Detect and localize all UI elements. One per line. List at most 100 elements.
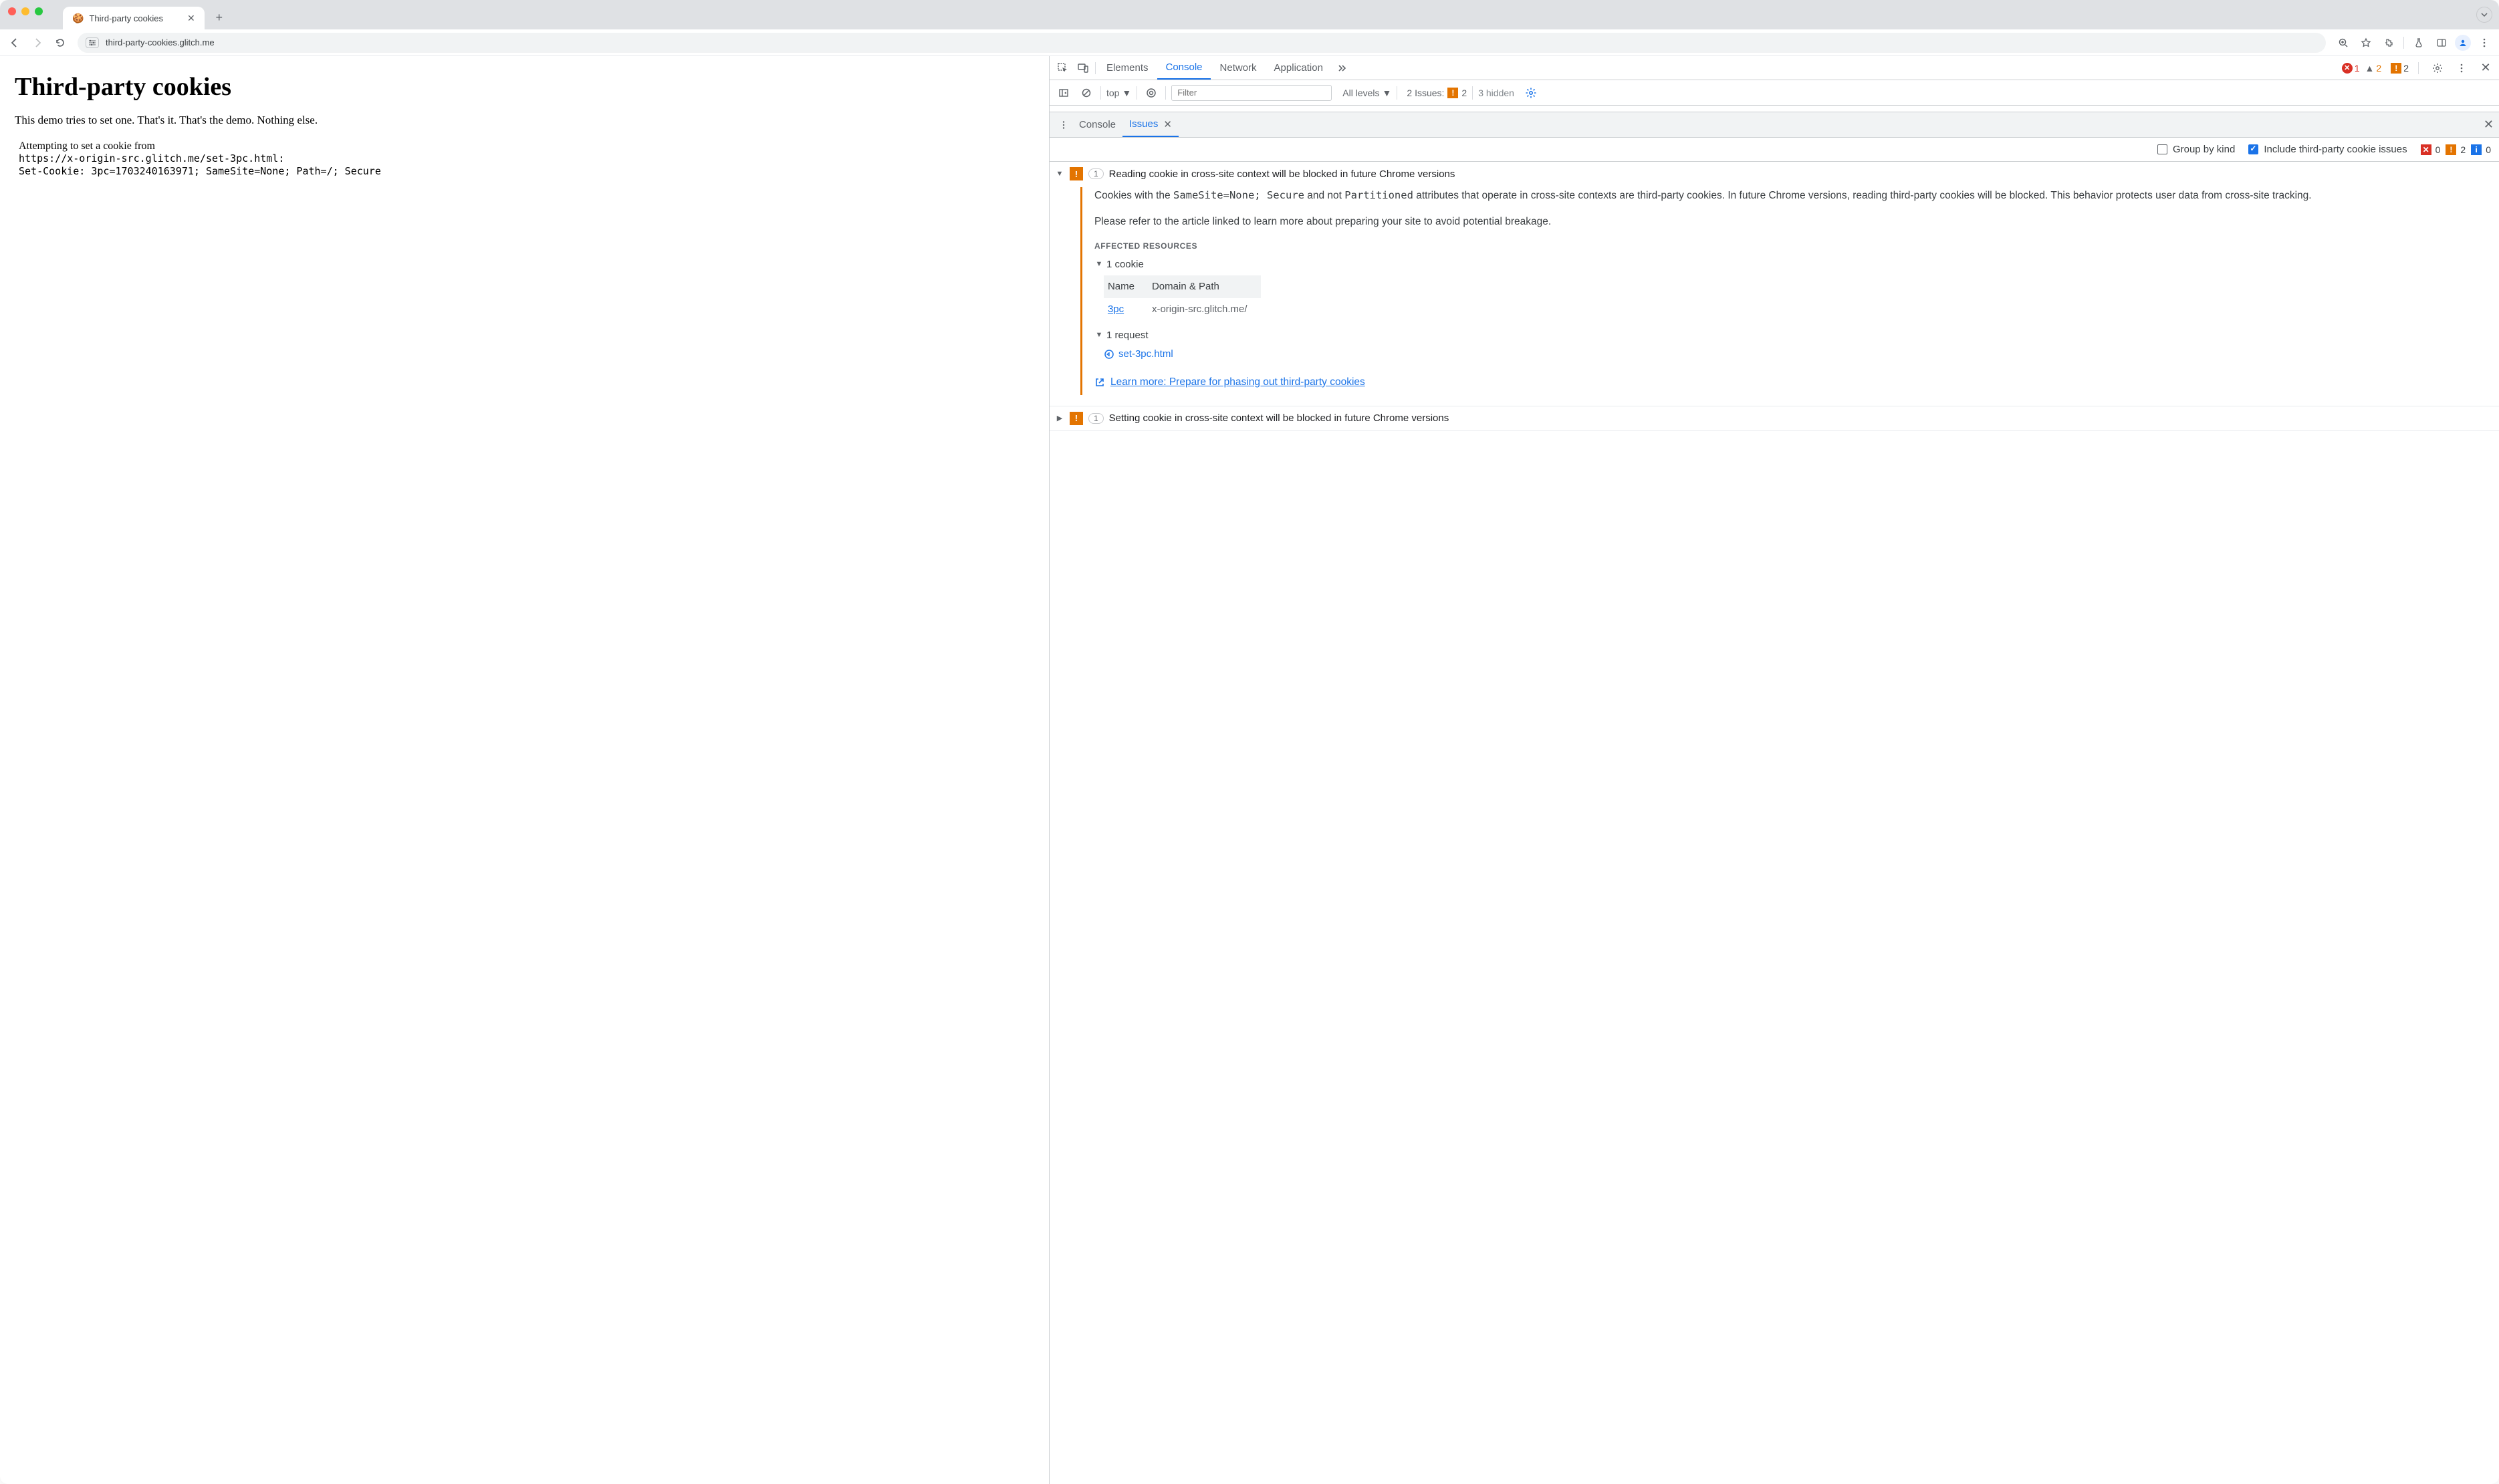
nav-forward-button[interactable] xyxy=(28,33,47,52)
learn-more-link[interactable]: Learn more: Prepare for phasing out thir… xyxy=(1094,374,2480,391)
issue-item: ▼ ! 1 Reading cookie in cross-site conte… xyxy=(1050,162,2499,406)
drawer-header: Console Issues ✕ ✕ xyxy=(1050,112,2499,138)
info-badge-icon: i xyxy=(2471,144,2482,155)
more-tabs-icon[interactable] xyxy=(1332,59,1351,78)
hidden-messages-link[interactable]: 3 hidden xyxy=(1478,88,1514,98)
clear-console-icon[interactable] xyxy=(1078,84,1095,102)
drawer-menu-icon[interactable] xyxy=(1055,116,1072,134)
issue-title: Setting cookie in cross-site context wil… xyxy=(1109,412,1449,424)
page-content: Third-party cookies This demo tries to s… xyxy=(0,56,1050,1484)
warning-badge-icon: ! xyxy=(2446,144,2456,155)
nav-back-button[interactable] xyxy=(5,33,24,52)
table-row: 3pc x-origin-src.glitch.me/ xyxy=(1104,298,1261,321)
issue-icon: ! xyxy=(2391,63,2401,74)
issue-body: Cookies with the SameSite=None; Secure a… xyxy=(1080,187,2491,395)
expand-arrow-icon: ▼ xyxy=(1094,330,1104,342)
include-3p-checkbox[interactable]: Include third-party cookie issues xyxy=(2248,144,2407,155)
drawer-tab-console[interactable]: Console xyxy=(1072,112,1122,137)
issue-header[interactable]: ▼ ! 1 Reading cookie in cross-site conte… xyxy=(1055,167,2491,180)
network-icon xyxy=(1104,349,1114,360)
request-link[interactable]: set-3pc.html xyxy=(1104,346,2480,362)
cookie-domain: x-origin-src.glitch.me/ xyxy=(1148,298,1261,321)
group-by-kind-checkbox[interactable]: Group by kind xyxy=(2157,144,2235,155)
page-blurb: This demo tries to set one. That's it. T… xyxy=(15,114,1034,127)
console-issues-link[interactable]: 2 Issues: ! 2 xyxy=(1407,88,1467,98)
context-selector[interactable]: top ▼ xyxy=(1106,88,1131,98)
drawer-close-icon[interactable]: ✕ xyxy=(2484,118,2494,132)
devtools-panel: Elements Console Network Application ✕ 1… xyxy=(1050,56,2499,1484)
issue-count-badge: 1 xyxy=(1088,168,1104,179)
bookmark-star-icon[interactable] xyxy=(2357,33,2375,52)
toolbar-separator xyxy=(2403,37,2404,49)
log-line: https://x-origin-src.glitch.me/set-3pc.h… xyxy=(19,152,284,164)
devtools-settings-icon[interactable] xyxy=(2428,59,2447,78)
issue-header[interactable]: ▶ ! 1 Setting cookie in cross-site conte… xyxy=(1055,412,2491,425)
issue-kind-icon: ! xyxy=(1070,167,1083,180)
tabs-dropdown-button[interactable] xyxy=(2476,7,2492,23)
issues-indicator[interactable]: ! 2 xyxy=(2391,63,2409,74)
address-bar[interactable]: third-party-cookies.glitch.me xyxy=(78,33,2326,53)
separator xyxy=(1100,86,1101,100)
new-tab-button[interactable]: + xyxy=(210,8,229,27)
tab-console[interactable]: Console xyxy=(1157,56,1210,80)
separator xyxy=(2418,62,2419,74)
warning-indicator[interactable]: ▲ 2 xyxy=(2365,63,2382,74)
log-line: Attempting to set a cookie from xyxy=(19,140,1034,152)
issue-paragraph: Please refer to the article linked to le… xyxy=(1094,214,2480,231)
browser-menu-icon[interactable] xyxy=(2475,33,2494,52)
tab-application[interactable]: Application xyxy=(1266,56,1331,80)
affected-cookie-group[interactable]: ▼ 1 cookie xyxy=(1094,257,2480,273)
log-levels-select[interactable]: All levels ▼ xyxy=(1342,88,1391,98)
extensions-icon[interactable] xyxy=(2379,33,2398,52)
drawer-tab-issues[interactable]: Issues ✕ xyxy=(1122,112,1179,137)
browser-titlebar: 🍪 Third-party cookies ✕ + xyxy=(0,0,2499,29)
warning-icon: ▲ xyxy=(2365,63,2375,74)
devtools-close-icon[interactable]: ✕ xyxy=(2476,59,2495,78)
issue-paragraph: Cookies with the SameSite=None; Secure a… xyxy=(1094,187,2480,205)
chevron-down-icon: ▼ xyxy=(1122,88,1131,98)
profile-avatar-icon[interactable] xyxy=(2455,35,2471,51)
error-icon: ✕ xyxy=(2342,63,2353,74)
page-log: Attempting to set a cookie from https://… xyxy=(15,140,1034,178)
separator xyxy=(1165,86,1166,100)
live-expression-icon[interactable] xyxy=(1143,84,1160,102)
nav-reload-button[interactable] xyxy=(51,33,70,52)
window-minimize-button[interactable] xyxy=(21,7,29,15)
error-indicator[interactable]: ✕ 1 xyxy=(2342,63,2360,74)
tab-elements[interactable]: Elements xyxy=(1098,56,1157,80)
labs-icon[interactable] xyxy=(2409,33,2428,52)
window-close-button[interactable] xyxy=(8,7,16,15)
tab-close-button[interactable]: ✕ xyxy=(187,13,195,24)
zoom-icon[interactable] xyxy=(2334,33,2353,52)
cookie-table: Name Domain & Path 3pc x-origin-src.glit… xyxy=(1104,275,1261,321)
devtools-menu-icon[interactable] xyxy=(2452,59,2471,78)
error-badge-icon: ✕ xyxy=(2421,144,2431,155)
console-sidebar-toggle-icon[interactable] xyxy=(1055,84,1072,102)
cookie-name-link[interactable]: 3pc xyxy=(1108,303,1124,315)
issue-title: Reading cookie in cross-site context wil… xyxy=(1109,168,1455,180)
chevron-down-icon: ▼ xyxy=(1383,88,1392,98)
console-filter-input[interactable] xyxy=(1171,85,1332,101)
browser-tab[interactable]: 🍪 Third-party cookies ✕ xyxy=(63,7,205,29)
inspect-element-icon[interactable] xyxy=(1054,59,1072,78)
traffic-lights xyxy=(8,0,43,29)
affected-request-group[interactable]: ▼ 1 request xyxy=(1094,328,2480,344)
side-panel-icon[interactable] xyxy=(2432,33,2451,52)
issue-icon: ! xyxy=(1447,88,1458,98)
tab-network[interactable]: Network xyxy=(1212,56,1265,80)
site-settings-icon[interactable] xyxy=(86,37,99,48)
page-heading: Third-party cookies xyxy=(15,72,1034,102)
close-tab-icon[interactable]: ✕ xyxy=(1163,118,1172,130)
issues-list: ▼ ! 1 Reading cookie in cross-site conte… xyxy=(1050,162,2499,1484)
expand-arrow-icon: ▼ xyxy=(1094,259,1104,271)
device-mode-icon[interactable] xyxy=(1074,59,1092,78)
issue-kind-icon: ! xyxy=(1070,412,1083,425)
console-settings-icon[interactable] xyxy=(1522,84,1540,102)
tab-favicon-icon: 🍪 xyxy=(72,13,84,23)
log-line: Set-Cookie: 3pc=1703240163971; SameSite=… xyxy=(19,165,381,177)
browser-toolbar: third-party-cookies.glitch.me xyxy=(0,29,2499,56)
issue-count-badge: 1 xyxy=(1088,413,1104,424)
separator xyxy=(1472,86,1473,100)
console-options-row xyxy=(1050,106,2499,112)
window-zoom-button[interactable] xyxy=(35,7,43,15)
